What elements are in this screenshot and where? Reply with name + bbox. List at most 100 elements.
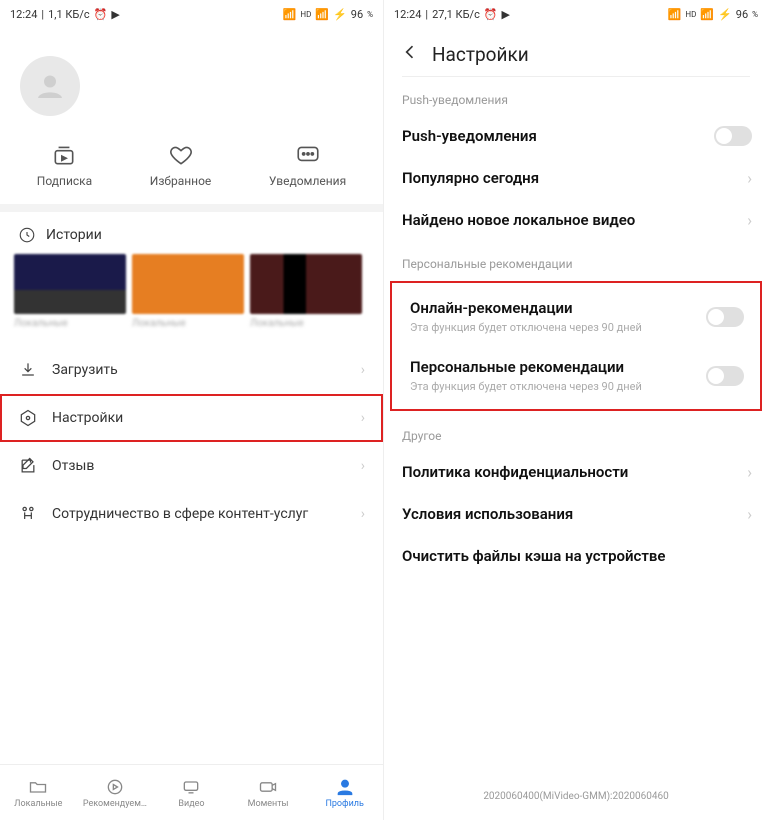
gear-icon — [18, 408, 38, 428]
play-circle-icon — [105, 777, 125, 797]
tab-favorites[interactable]: Избранное — [150, 142, 212, 188]
settings-screen: 12:24 | 27,1 КБ/с ⏰ ▶ 📶 HD 📶 ⚡ 96% Настр… — [384, 0, 768, 820]
thumb-caption: Локальные — [132, 318, 244, 342]
profile-tabs: Подписка Избранное Уведомления — [0, 120, 383, 204]
row-clear-cache[interactable]: Очистить файлы кэша на устройстве — [384, 535, 768, 577]
nav-profile-label: Профиль — [325, 799, 363, 809]
menu-settings-label: Настройки — [52, 410, 123, 426]
nav-video[interactable]: Видео — [153, 765, 230, 820]
row-online-title: Онлайн-рекомендации — [410, 299, 742, 317]
row-push-title: Push-уведомления — [402, 127, 750, 145]
menu-partnership-label: Сотрудничество в сфере контент-услуг — [52, 506, 308, 522]
menu-settings[interactable]: Настройки › — [0, 394, 383, 442]
nav-moments-label: Моменты — [248, 799, 289, 809]
status-bar: 12:24 | 27,1 КБ/с ⏰ ▶ 📶 HD 📶 ⚡ 96% — [384, 0, 768, 28]
row-new-local-video[interactable]: Найдено новое локальное видео › — [384, 199, 768, 241]
row-terms[interactable]: Условия использования › — [384, 493, 768, 535]
menu-download-label: Загрузить — [52, 362, 118, 378]
nav-recommend-label: Рекомендуем… — [83, 799, 147, 809]
bottom-nav: Локальные Рекомендуем… Видео Моменты Про… — [0, 764, 383, 820]
camera-icon — [258, 777, 278, 797]
nav-profile[interactable]: Профиль — [306, 765, 383, 820]
history-thumb[interactable]: Локальные — [14, 254, 126, 342]
row-online-recommendations[interactable]: Онлайн-рекомендации Эта функция будет от… — [392, 287, 760, 346]
row-privacy-title: Политика конфиденциальности — [402, 463, 750, 481]
header: Настройки — [384, 28, 768, 76]
chevron-right-icon: › — [361, 458, 365, 474]
menu-feedback[interactable]: Отзыв › — [0, 442, 383, 490]
chevron-right-icon: › — [361, 410, 365, 426]
avatar[interactable] — [20, 56, 80, 116]
chevron-right-icon: › — [747, 211, 752, 230]
row-online-sub: Эта функция будет отключена через 90 дне… — [410, 321, 742, 334]
toggle-online-rec[interactable] — [706, 307, 744, 327]
highlighted-section: Онлайн-рекомендации Эта функция будет от… — [390, 281, 762, 411]
user-icon — [32, 68, 68, 104]
section-other-label: Другое — [384, 413, 768, 451]
battery-text: 96 — [351, 8, 363, 21]
back-button[interactable] — [400, 42, 420, 66]
section-recommendations-label: Персональные рекомендации — [384, 241, 768, 279]
battery-icon: ⚡ — [333, 8, 347, 21]
net-speed: 1,1 КБ/с — [48, 8, 90, 21]
profile-screen: 12:24 | 1,1 КБ/с ⏰ ▶ 📶 HD 📶 ⚡ 96% Подпис… — [0, 0, 384, 820]
divider — [0, 204, 383, 212]
battery-icon: ⚡ — [718, 8, 732, 21]
chevron-right-icon: › — [747, 169, 752, 188]
youtube-icon: ▶ — [502, 8, 510, 21]
toggle-personal-rec[interactable] — [706, 366, 744, 386]
row-personal-recommendations[interactable]: Персональные рекомендации Эта функция бу… — [392, 346, 760, 405]
volte-icon: HD — [685, 10, 696, 19]
tab-subscriptions[interactable]: Подписка — [37, 142, 92, 188]
row-privacy-policy[interactable]: Политика конфиденциальности › — [384, 451, 768, 493]
section-push-label: Push-уведомления — [384, 77, 768, 115]
clock-text: 12:24 — [394, 8, 421, 21]
menu-download[interactable]: Загрузить › — [0, 346, 383, 394]
histories-label: Истории — [46, 227, 102, 243]
nav-local[interactable]: Локальные — [0, 765, 77, 820]
row-newlocal-title: Найдено новое локальное видео — [402, 211, 750, 229]
chevron-right-icon: › — [361, 362, 365, 378]
tab-subscriptions-label: Подписка — [37, 174, 92, 188]
thumb-caption: Локальные — [14, 318, 126, 342]
subscriptions-icon — [51, 142, 77, 168]
alarm-icon: ⏰ — [484, 8, 498, 21]
menu-feedback-label: Отзыв — [52, 458, 94, 474]
history-icon — [18, 226, 36, 244]
chevron-right-icon: › — [747, 505, 752, 524]
folder-icon — [28, 777, 48, 797]
signal-icon: 📶 — [315, 8, 329, 21]
nav-local-label: Локальные — [14, 799, 62, 809]
edit-icon — [18, 456, 38, 476]
wifi-icon: 📶 — [668, 8, 682, 21]
chevron-right-icon: › — [747, 463, 752, 482]
clock-text: 12:24 — [10, 8, 37, 21]
tab-favorites-label: Избранное — [150, 174, 212, 188]
tab-notifications-label: Уведомления — [269, 174, 346, 188]
nav-recommend[interactable]: Рекомендуем… — [77, 765, 154, 820]
signal-icon: 📶 — [700, 8, 714, 21]
row-popular-today[interactable]: Популярно сегодня › — [384, 157, 768, 199]
row-popular-title: Популярно сегодня — [402, 169, 750, 187]
row-push-notifications[interactable]: Push-уведомления — [384, 115, 768, 157]
row-personal-title: Персональные рекомендации — [410, 358, 742, 376]
history-thumb[interactable]: Локальные — [132, 254, 244, 342]
history-thumb[interactable]: Локальные — [250, 254, 362, 342]
nav-moments[interactable]: Моменты — [230, 765, 307, 820]
youtube-icon: ▶ — [111, 8, 119, 21]
tab-notifications[interactable]: Уведомления — [269, 142, 346, 188]
net-speed: 27,1 КБ/с — [432, 8, 480, 21]
nav-video-label: Видео — [178, 799, 204, 809]
row-personal-sub: Эта функция будет отключена через 90 дне… — [410, 380, 742, 393]
volte-icon: HD — [300, 10, 311, 19]
histories-row[interactable]: Истории — [0, 212, 383, 254]
status-bar: 12:24 | 1,1 КБ/с ⏰ ▶ 📶 HD 📶 ⚡ 96% — [0, 0, 383, 28]
toggle-push[interactable] — [714, 126, 752, 146]
chevron-right-icon: › — [361, 506, 365, 522]
user-icon — [335, 777, 355, 797]
row-terms-title: Условия использования — [402, 505, 750, 523]
history-thumbnails: Локальные Локальные Локальные — [0, 254, 383, 346]
download-icon — [18, 360, 38, 380]
partnership-icon — [18, 504, 38, 524]
menu-partnership[interactable]: Сотрудничество в сфере контент-услуг › — [0, 490, 383, 538]
